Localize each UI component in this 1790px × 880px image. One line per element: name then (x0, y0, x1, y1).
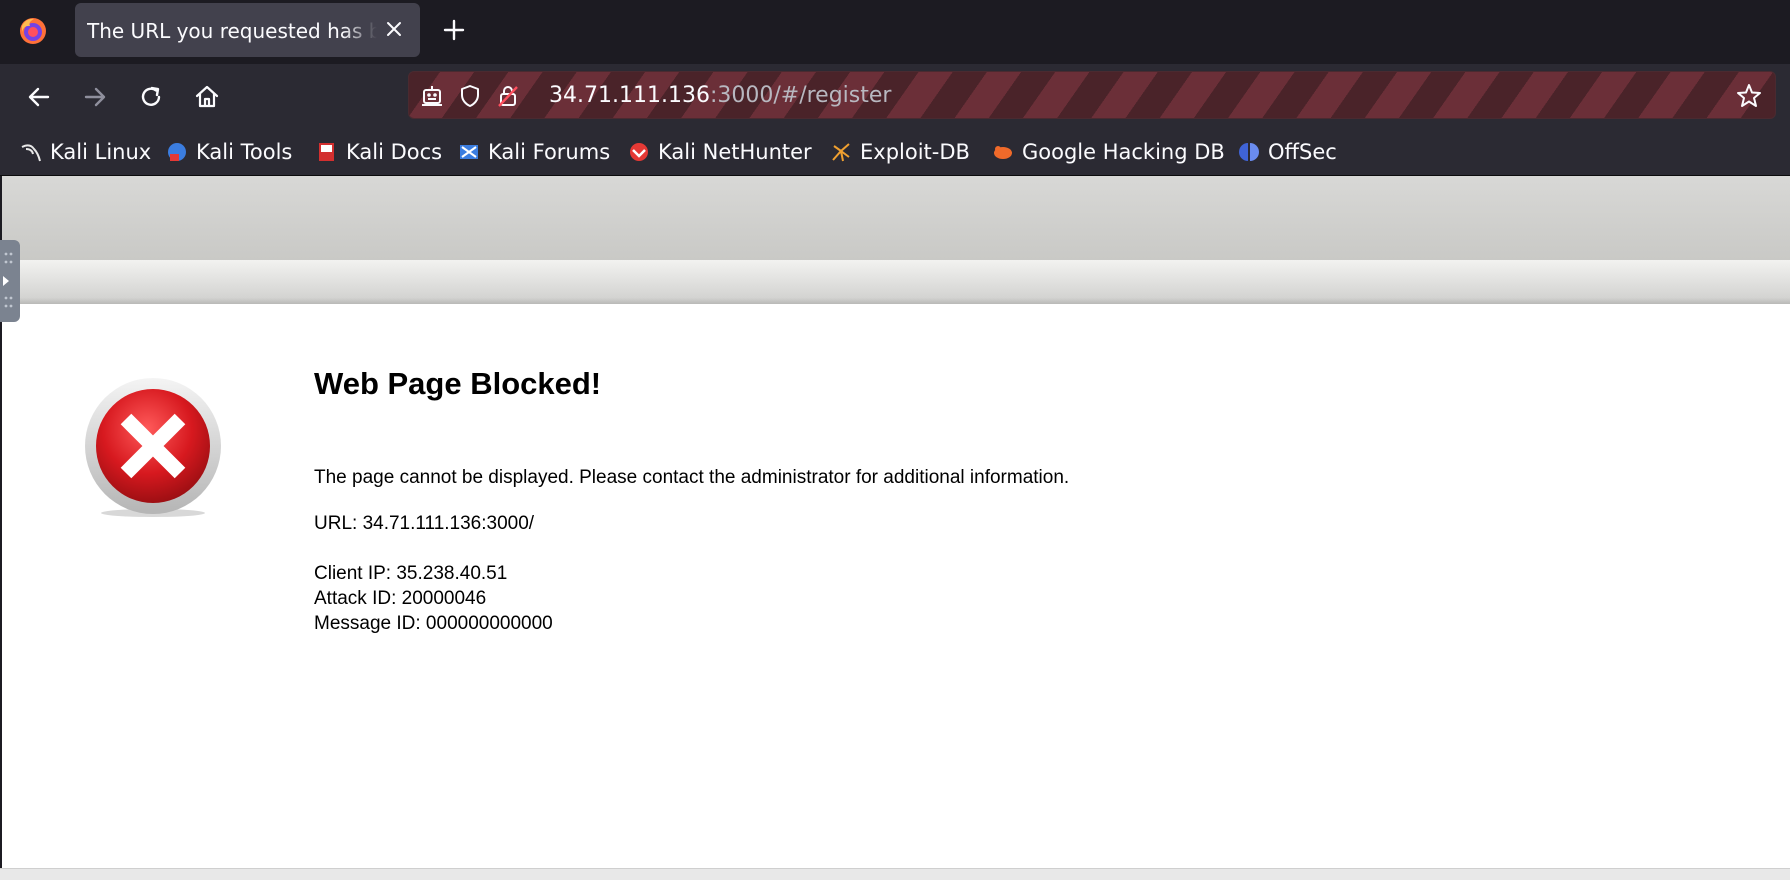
kali-tools-icon (168, 143, 186, 161)
page-title: Web Page Blocked! (314, 366, 602, 401)
bookmark-label: OffSec (1268, 140, 1337, 164)
bookmark-label: Exploit-DB (860, 140, 970, 164)
bookmark-label: Kali Linux (50, 140, 152, 164)
bookmark-exploit-db[interactable]: Exploit-DB (830, 138, 970, 166)
bookmark-kali-docs[interactable]: Kali Docs (316, 138, 442, 166)
exploit-db-icon (832, 143, 850, 162)
kali-docs-icon (319, 143, 334, 161)
navigation-toolbar: 34.71.111.136:3000/#/register (0, 64, 1790, 128)
bookmark-google-hacking-db[interactable]: Google Hacking DB (992, 138, 1225, 166)
bookmark-label: Kali Docs (346, 140, 443, 164)
bookmark-label: Kali NetHunter (658, 140, 812, 164)
forward-icon[interactable] (78, 80, 112, 114)
new-tab-icon[interactable] (440, 16, 468, 44)
tab-strip: The URL you requested has been blocked (0, 0, 1790, 64)
blocked-error-icon (85, 378, 221, 517)
blocked-url: URL: 34.71.111.136:3000/ (314, 513, 535, 534)
tab-title: The URL you requested has been blocked (87, 19, 377, 43)
address-bar[interactable]: 34.71.111.136:3000/#/register (408, 71, 1776, 119)
url-host: 34.71.111.136 (549, 83, 710, 108)
bookmark-kali-nethunter[interactable]: Kali NetHunter (628, 138, 812, 166)
bookmark-label: Kali Forums (488, 140, 611, 164)
bookmarks-toolbar: Kali Linux Kali Tools Kali Docs Kali For… (0, 128, 1790, 176)
shield-icon[interactable] (457, 83, 483, 109)
kali-nethunter-icon (630, 143, 648, 161)
bookmark-star-icon[interactable] (1735, 82, 1763, 110)
expand-arrow-icon (3, 252, 13, 308)
url-path: :3000/#/register (709, 83, 892, 108)
header-banner (0, 176, 1790, 260)
insecure-lock-icon[interactable] (495, 83, 521, 109)
firefox-icon[interactable] (18, 16, 48, 46)
home-icon[interactable] (190, 80, 224, 114)
offsec-icon (1239, 143, 1259, 161)
attack-id: Attack ID: 20000046 (314, 588, 487, 609)
bookmark-label: Google Hacking DB (1022, 140, 1225, 164)
bookmark-label: Kali Tools (196, 140, 293, 164)
horizontal-scrollbar[interactable] (0, 868, 1790, 880)
block-message: The page cannot be displayed. Please con… (314, 467, 1070, 488)
kali-forums-icon (460, 145, 478, 159)
bookmark-kali-forums[interactable]: Kali Forums (458, 138, 610, 166)
message-id: Message ID: 000000000000 (314, 613, 553, 634)
page-content (0, 176, 1790, 870)
bookmark-offsec[interactable]: OffSec (1238, 138, 1337, 166)
back-icon[interactable] (22, 80, 56, 114)
kali-dragon-icon (21, 144, 41, 162)
reload-icon[interactable] (134, 80, 168, 114)
header-band (0, 260, 1790, 304)
active-tab[interactable]: The URL you requested has been blocked (75, 3, 420, 57)
url-text[interactable]: 34.71.111.136:3000/#/register (549, 83, 891, 108)
bookmark-kali-linux[interactable]: Kali Linux (20, 138, 151, 166)
robot-icon[interactable] (419, 83, 445, 109)
close-icon[interactable] (382, 17, 406, 41)
bookmark-kali-tools[interactable]: Kali Tools (166, 138, 292, 166)
client-ip: Client IP: 35.238.40.51 (314, 563, 508, 584)
sidebar-toggle-handle[interactable] (0, 240, 20, 322)
ghdb-icon (994, 146, 1012, 159)
